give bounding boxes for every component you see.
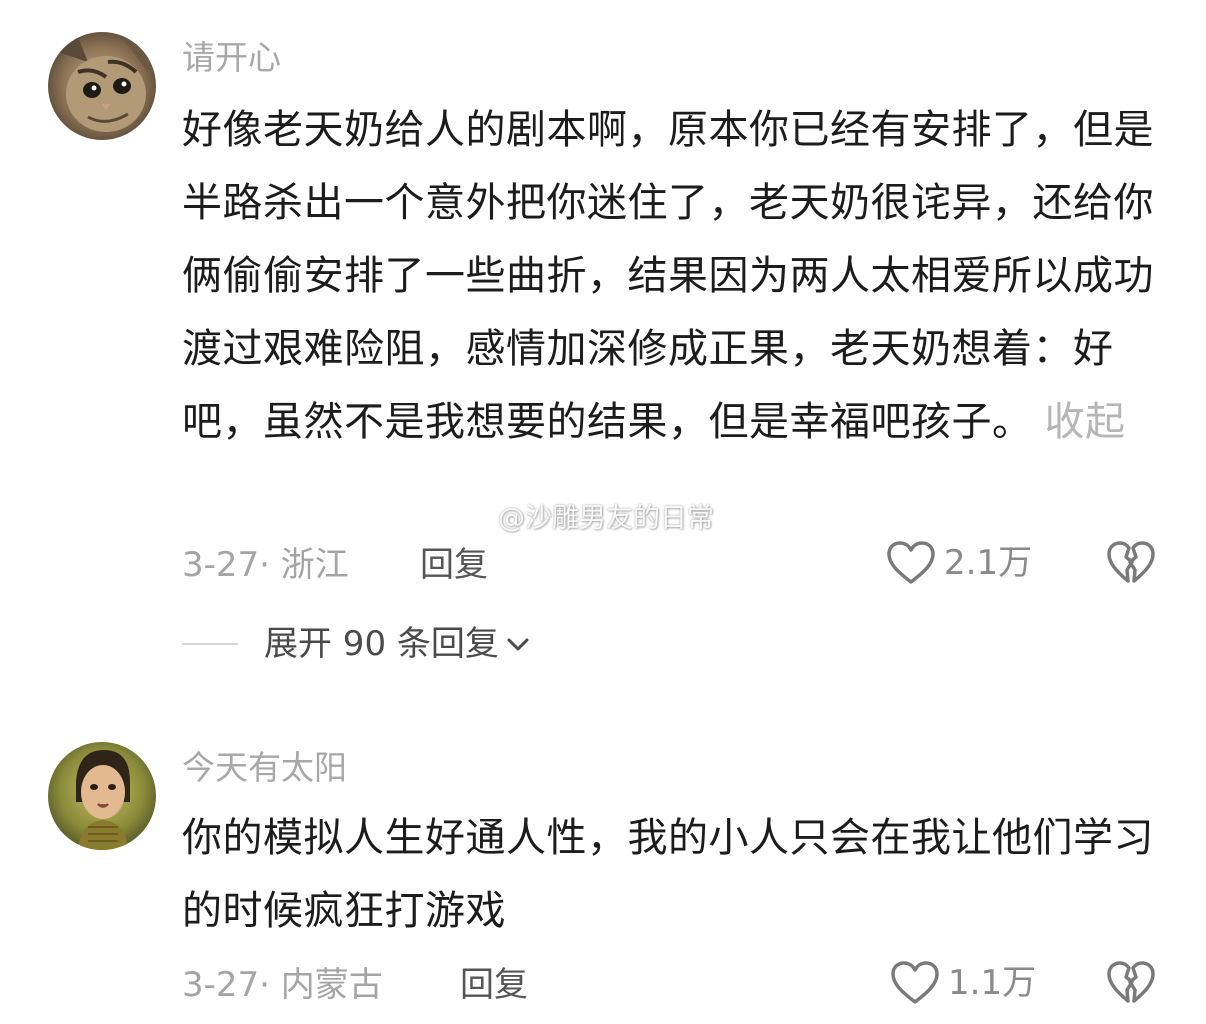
weibo-logo-icon bbox=[451, 502, 492, 532]
username[interactable]: 请开心 bbox=[182, 38, 281, 78]
comment-text: 你的模拟人生好通人性，我的小人只会在我让他们学习的时候疯狂打游戏 bbox=[182, 802, 1172, 948]
comment-body: 好像老天奶给人的剧本啊，原本你已经有安排了，但是半路杀出一个意外把你迷住了，老天… bbox=[182, 107, 1154, 445]
divider-line bbox=[182, 643, 238, 645]
heart-outline-icon bbox=[887, 541, 935, 584]
like-button[interactable]: 2.1万 bbox=[886, 540, 1032, 586]
broken-heart-icon bbox=[1107, 961, 1155, 1003]
collapse-link[interactable]: 收起 bbox=[1045, 399, 1126, 445]
watermark: @沙雕男友的日常 bbox=[450, 496, 714, 535]
username[interactable]: 今天有太阳 bbox=[182, 748, 347, 788]
comment-body: 你的模拟人生好通人性，我的小人只会在我让他们学习的时候疯狂打游戏 bbox=[182, 815, 1154, 934]
date-location: 3-27· 浙江 bbox=[182, 545, 349, 585]
watermark-text: @沙雕男友的日常 bbox=[498, 503, 714, 534]
heart-outline-icon bbox=[891, 961, 939, 1004]
dislike-button[interactable] bbox=[1106, 540, 1156, 590]
expand-replies-label[interactable]: 展开 90 条回复 bbox=[264, 622, 499, 666]
dislike-button[interactable] bbox=[1106, 960, 1156, 1010]
date-location: 3-27· 内蒙古 bbox=[182, 965, 383, 1005]
like-count: 2.1万 bbox=[944, 543, 1033, 583]
broken-heart-icon bbox=[1107, 541, 1155, 583]
like-button[interactable]: 1.1万 bbox=[890, 960, 1036, 1006]
expand-replies[interactable]: 展开 90 条回复 bbox=[182, 622, 531, 666]
avatar-cat[interactable] bbox=[48, 32, 156, 140]
reply-button[interactable]: 回复 bbox=[420, 543, 488, 587]
reply-button[interactable]: 回复 bbox=[460, 963, 528, 1007]
avatar-character[interactable] bbox=[48, 742, 156, 850]
chevron-down-icon bbox=[507, 638, 529, 651]
comment-text: 好像老天奶给人的剧本啊，原本你已经有安排了，但是半路杀出一个意外把你迷住了，老天… bbox=[182, 94, 1172, 459]
like-count: 1.1万 bbox=[948, 963, 1037, 1003]
